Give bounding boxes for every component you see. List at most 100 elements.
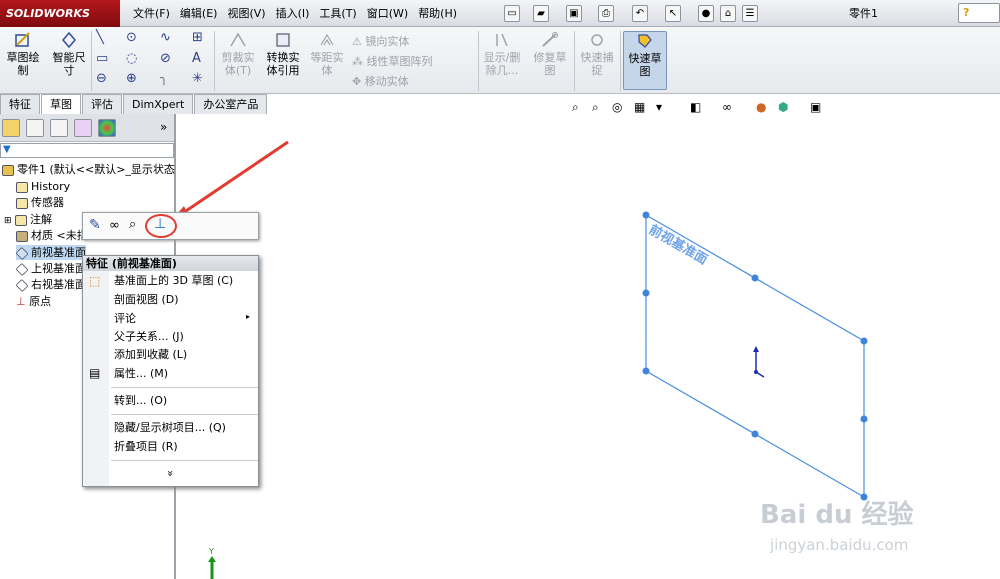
tab-office-products[interactable]: 办公室产品 [194, 94, 268, 114]
menu-item-collapse-items[interactable]: 折叠项目 (R) [114, 440, 178, 454]
mirror-entities-button[interactable]: ⚠ 镜向实体 [352, 32, 433, 52]
tree-item-front-plane[interactable]: 前视基准面 [15, 245, 86, 260]
menu-item-properties[interactable]: 属性... (M) [114, 367, 168, 381]
section-view-icon[interactable]: ▦ [634, 100, 645, 114]
plane-handle[interactable] [751, 430, 759, 438]
tree-item-origin[interactable]: ⊥ 原点 [16, 294, 51, 309]
tab-dimxpert[interactable]: DimXpert [123, 94, 194, 114]
expand-chevron-icon[interactable]: » [160, 120, 167, 134]
tree-item-right-plane[interactable]: 右视基准面 [15, 277, 86, 292]
fillet-icon[interactable]: ╮ [160, 71, 168, 87]
rectangle-icon[interactable]: ▭ [96, 51, 108, 67]
display-manager-tab-icon[interactable] [98, 119, 116, 137]
tree-item-history[interactable]: History [16, 179, 70, 194]
linear-pattern-button[interactable]: ⁂ 线性草图阵列 [352, 52, 433, 72]
menu-view[interactable]: 视图(V) [222, 0, 270, 27]
view-settings-icon[interactable]: ▣ [810, 100, 821, 114]
select-pointer-icon[interactable]: ↖ [665, 5, 681, 22]
undo-icon[interactable]: ↶ [632, 5, 648, 22]
edit-appearance-icon[interactable]: ● [756, 100, 766, 114]
menu-item-comment[interactable]: 评论 [114, 312, 136, 326]
rebuild-traffic-light-icon[interactable]: ● [698, 5, 714, 22]
menu-tools[interactable]: 工具(T) [314, 0, 361, 27]
tree-item-annotations[interactable]: ⊞ 注解 [4, 212, 52, 229]
sketch-icon[interactable]: ✎ [89, 217, 101, 233]
menu-insert[interactable]: 插入(I) [271, 0, 315, 27]
file-properties-icon[interactable]: ⌂ [720, 5, 736, 22]
convert-entities-button[interactable]: 转换实体引用 [262, 31, 304, 77]
menu-item-add-to-favorites[interactable]: 添加到收藏 (L) [114, 348, 187, 362]
offset-entities-button[interactable]: 等距实体 [307, 31, 347, 77]
zoom-to-area-icon[interactable]: ⌕ [592, 100, 599, 115]
normal-to-icon[interactable]: ⊥ [154, 216, 166, 232]
menu-file[interactable]: 文件(F) [128, 0, 175, 27]
plane-handle[interactable] [642, 289, 650, 297]
menu-item-3d-sketch-on-plane[interactable]: 基准面上的 3D 草图 (C) [114, 274, 233, 288]
zoom-to-fit-icon[interactable]: ⌕ [572, 100, 579, 115]
ellipse-icon[interactable]: ⊘ [160, 51, 171, 67]
help-search-box[interactable]: ? [958, 3, 1000, 23]
menu-item-parent-child[interactable]: 父子关系... (J) [114, 330, 184, 344]
title-bar: SOLIDWORKS 文件(F) 编辑(E) 视图(V) 插入(I) 工具(T)… [0, 0, 1000, 27]
arc-icon[interactable]: ◌ [126, 51, 137, 67]
view-orientation-icon[interactable]: ▾ [656, 100, 662, 114]
plane-handle[interactable] [860, 415, 868, 423]
annotations-icon [15, 214, 28, 226]
display-delete-relations-button[interactable]: 显示/删除几... [481, 31, 523, 77]
zoom-selection-icon[interactable]: ⌕ [129, 217, 136, 232]
sketch-button[interactable]: 草图绘制 [4, 31, 42, 77]
menu-item-section-view[interactable]: 剖面视图 (D) [114, 293, 179, 307]
dimxpert-manager-tab-icon[interactable] [74, 119, 92, 137]
hide-show-items-icon[interactable]: ∞ [722, 100, 732, 114]
solidworks-logo[interactable]: SOLIDWORKS [0, 0, 120, 27]
menu-edit[interactable]: 编辑(E) [175, 0, 223, 27]
feature-manager-tab-icon[interactable] [2, 119, 20, 137]
smart-dimension-button[interactable]: 智能尺寸 [48, 31, 90, 77]
menu-item-go-to[interactable]: 转到... (O) [114, 394, 167, 408]
new-document-icon[interactable]: ▭ [504, 5, 520, 22]
plane-handle[interactable] [751, 274, 759, 282]
configuration-manager-tab-icon[interactable] [50, 119, 68, 137]
trim-entities-button[interactable]: 剪裁实体(T) [218, 31, 258, 77]
plane-handle[interactable] [860, 337, 868, 345]
point-icon[interactable]: ✳ [192, 71, 203, 87]
plane-handle[interactable] [642, 367, 650, 375]
plane-handle[interactable] [642, 211, 650, 219]
polygon-icon[interactable]: ⊕ [126, 71, 137, 87]
line-icon[interactable]: ╲ [96, 30, 104, 46]
surface-grid-icon[interactable]: ⊞ [192, 30, 203, 46]
tree-root-part[interactable]: 零件1 (默认<<默认>_显示状态 [2, 162, 175, 177]
circle-icon[interactable]: ⊙ [126, 30, 137, 46]
show-hide-icon[interactable]: ∞ [109, 218, 120, 233]
expand-plus-icon[interactable]: ⊞ [4, 216, 12, 226]
display-style-icon[interactable]: ◧ [690, 100, 701, 114]
print-icon[interactable]: ⎙ [598, 5, 614, 22]
front-plane-outline[interactable] [645, 213, 865, 499]
tab-evaluate[interactable]: 评估 [82, 94, 122, 114]
text-icon[interactable]: A [192, 51, 201, 67]
tab-sketch[interactable]: 草图 [41, 94, 81, 114]
options-icon[interactable]: ☰ [742, 5, 758, 22]
move-entities-button[interactable]: ✥ 移动实体 [352, 72, 433, 92]
tree-item-top-plane[interactable]: 上视基准面 [15, 261, 86, 276]
slot-icon[interactable]: ⊖ [96, 71, 107, 87]
quick-snaps-button[interactable]: 快速捕捉 [576, 31, 618, 77]
property-manager-tab-icon[interactable] [26, 119, 44, 137]
menu-window[interactable]: 窗口(W) [362, 0, 413, 27]
repair-sketch-button[interactable]: 修复草图 [529, 31, 571, 77]
open-folder-icon[interactable]: ▰ [533, 5, 549, 22]
tab-features[interactable]: 特征 [0, 94, 40, 114]
tree-item-sensors[interactable]: 传感器 [16, 195, 64, 210]
menu-item-hide-show-tree-items[interactable]: 隐藏/显示树项目... (Q) [114, 421, 226, 435]
previous-view-icon[interactable]: ◎ [612, 100, 622, 114]
menu-help[interactable]: 帮助(H) [413, 0, 462, 27]
apply-scene-icon[interactable]: ⬢ [778, 100, 788, 114]
command-manager-ribbon: 草图绘制 智能尺寸 ╲ ⊙ ∿ ⊞ ▭ ◌ ⊘ A ⊖ ⊕ ╮ ✳ 剪裁实体(T… [0, 27, 1000, 94]
rapid-sketch-button[interactable]: 快速草图 [623, 31, 667, 90]
menu-separator [111, 414, 258, 415]
tree-item-material[interactable]: 材质 <未指 [16, 228, 88, 243]
save-icon[interactable]: ▣ [566, 5, 582, 22]
menu-expand-more[interactable]: » [164, 470, 177, 477]
spline-icon[interactable]: ∿ [160, 30, 171, 46]
tree-filter-input[interactable]: ▼ [0, 143, 174, 158]
